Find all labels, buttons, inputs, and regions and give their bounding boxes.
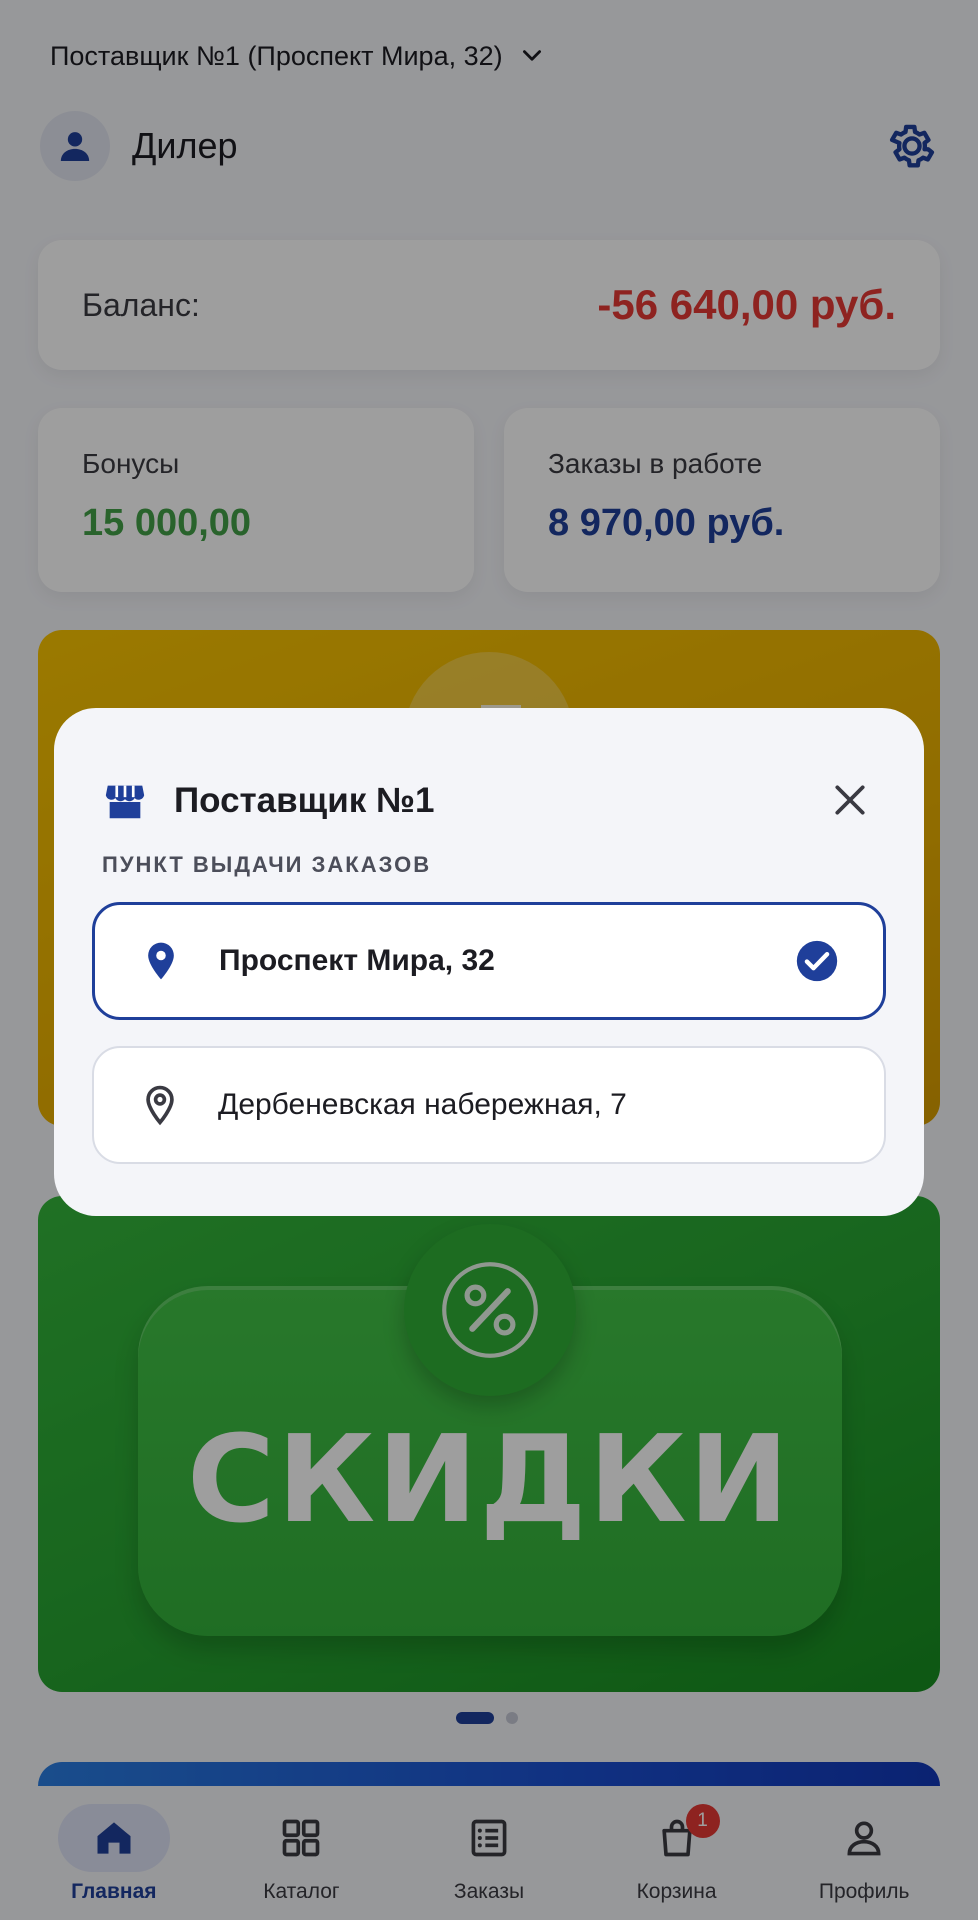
pickup-option[interactable]: Дербеневская набережная, 7 <box>92 1046 886 1164</box>
location-pin-icon <box>148 942 174 980</box>
section-label: ПУНКТ ВЫДАЧИ ЗАКАЗОВ <box>102 852 432 877</box>
modal-header: Поставщик №1 <box>102 778 434 824</box>
pickup-option-selected[interactable]: Проспект Мира, 32 <box>92 902 886 1020</box>
pickup-option-label: Проспект Мира, 32 <box>219 944 495 977</box>
close-button[interactable] <box>826 776 874 824</box>
modal-title: Поставщик №1 <box>174 781 435 820</box>
close-icon <box>835 785 865 815</box>
location-pin-outline-icon <box>146 1085 174 1126</box>
pickup-point-modal: Поставщик №1 ПУНКТ ВЫДАЧИ ЗАКАЗОВ Проспе… <box>54 708 924 1216</box>
check-circle-icon <box>796 940 838 982</box>
store-icon <box>105 785 145 819</box>
pickup-option-label: Дербеневская набережная, 7 <box>218 1088 627 1121</box>
